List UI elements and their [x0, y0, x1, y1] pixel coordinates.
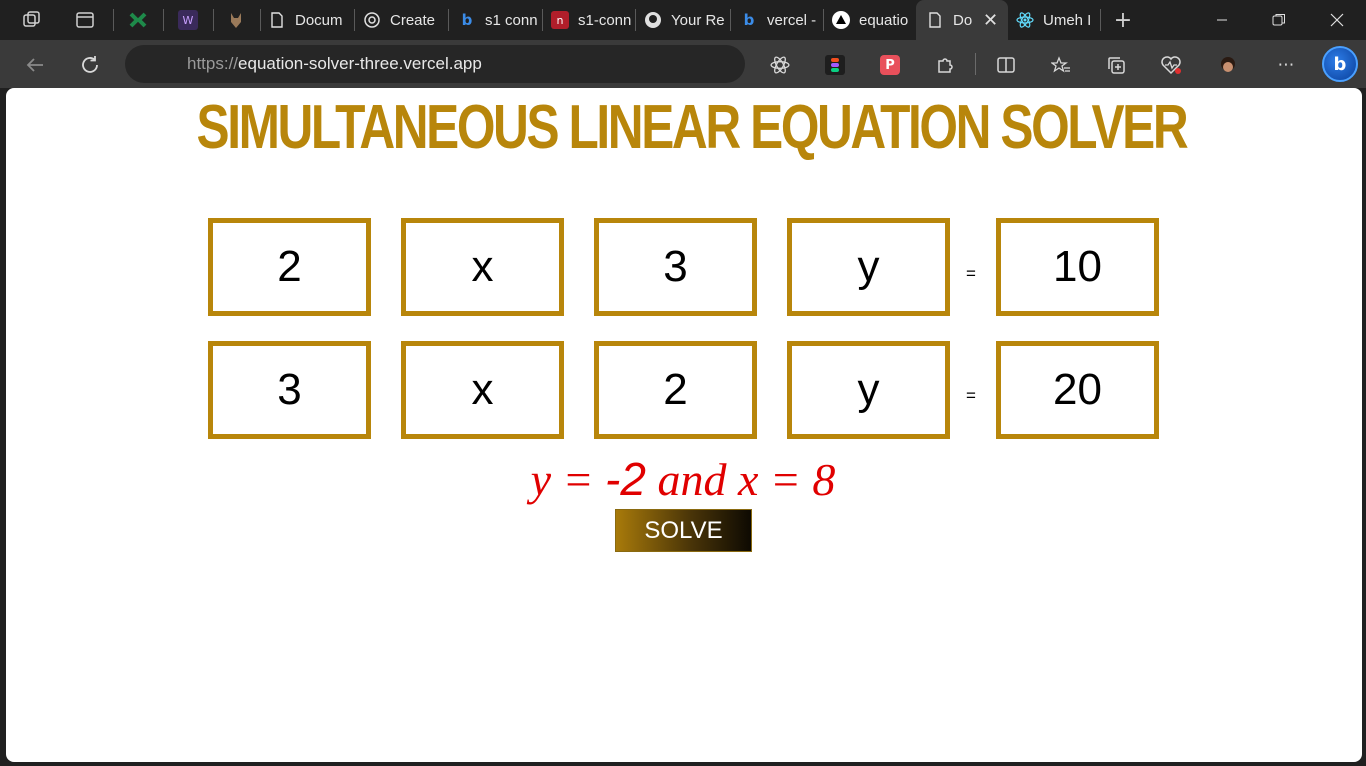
close-window-icon[interactable] — [1314, 0, 1360, 40]
eq1-var-y-field[interactable]: y — [787, 218, 950, 316]
bing-copilot-icon[interactable]: b — [1322, 46, 1358, 82]
tab-bing-s1[interactable]: b s1 conn — [458, 0, 538, 40]
tab-bing-vercel[interactable]: b vercel - — [740, 0, 818, 40]
github-icon — [644, 11, 662, 29]
tab-separator — [113, 9, 114, 31]
tab-separator — [354, 9, 355, 31]
extensions-puzzle-icon[interactable] — [932, 52, 958, 78]
eq1-constant-input[interactable]: 10 — [996, 218, 1159, 316]
result-x-value: 8 — [812, 454, 836, 505]
tab-title: s1 conn — [485, 11, 538, 29]
eq2-equals-sign: = — [966, 386, 976, 405]
favorites-list-icon[interactable] — [1048, 52, 1074, 78]
bing-icon: b — [743, 11, 755, 29]
tab-title: Umeh I — [1043, 11, 1092, 29]
red-app-icon: n — [551, 11, 569, 29]
tab-separator — [1100, 9, 1101, 31]
tab-s1-conn[interactable]: n s1-conn — [551, 0, 631, 40]
vercel-icon — [832, 11, 850, 29]
tab-separator — [823, 9, 824, 31]
tab-title: equatio — [859, 11, 909, 29]
tab-title: Your Re — [671, 11, 725, 29]
tab-active-document[interactable]: Do ✕ — [916, 0, 1008, 40]
back-icon[interactable] — [22, 52, 48, 78]
page-viewport: SIMULTANEOUS LINEAR EQUATION SOLVER 2 x … — [6, 88, 1362, 762]
tab-separator — [213, 9, 214, 31]
eq2-var-x-field[interactable]: x — [401, 341, 564, 439]
pinned-tab-mascot-icon[interactable] — [224, 8, 248, 32]
tab-separator — [542, 9, 543, 31]
minimize-icon[interactable] — [1199, 0, 1245, 40]
page-title: SIMULTANEOUS LINEAR EQUATION SOLVER — [196, 93, 1189, 162]
url-text[interactable]: https://equation-solver-three.vercel.app — [187, 54, 482, 74]
result-y-label: y = — [530, 454, 606, 505]
tab-strip: W Docum Create b s1 conn n s1-conn Your … — [0, 0, 1366, 40]
tab-title: s1-conn — [578, 11, 631, 29]
tab-separator — [260, 9, 261, 31]
tab-github[interactable]: Your Re — [644, 0, 726, 40]
tab-title: Do — [953, 11, 973, 29]
eq2-var-y-field[interactable]: y — [787, 341, 950, 439]
pinned-tab-w-icon[interactable]: W — [176, 8, 200, 32]
react-icon — [1016, 11, 1034, 29]
tab-separator — [730, 9, 731, 31]
pinterest-extension-icon[interactable]: P — [877, 52, 903, 78]
eq1-equals-sign: = — [966, 264, 976, 283]
document-icon — [268, 11, 286, 29]
bing-icon: b — [461, 11, 473, 29]
tab-equation[interactable]: equatio — [832, 0, 912, 40]
tab-document[interactable]: Docum — [268, 0, 352, 40]
chatgpt-icon — [363, 11, 381, 29]
pinned-tab-excel-icon[interactable] — [126, 8, 150, 32]
restore-icon[interactable] — [1256, 0, 1302, 40]
tab-separator — [163, 9, 164, 31]
url-protocol: https:// — [187, 54, 239, 73]
split-screen-icon[interactable] — [993, 52, 1019, 78]
eq2-constant-input[interactable]: 20 — [996, 341, 1159, 439]
tab-actions-icon[interactable] — [73, 8, 97, 32]
collections-icon[interactable] — [1103, 52, 1129, 78]
toolbar-separator — [975, 53, 976, 75]
eq2-coef-x-input[interactable]: 3 — [208, 341, 371, 439]
result-joiner: and x = — [645, 454, 813, 505]
more-options-icon[interactable]: ⋯ — [1273, 52, 1299, 78]
tab-title: Create — [390, 11, 436, 29]
new-tab-icon[interactable]: + — [1111, 8, 1135, 33]
eq1-coef-x-input[interactable]: 2 — [208, 218, 371, 316]
eq1-coef-y-input[interactable]: 3 — [594, 218, 757, 316]
tab-title: Docum — [295, 11, 343, 29]
browser-essentials-icon[interactable] — [1158, 52, 1184, 78]
eq2-coef-y-input[interactable]: 2 — [594, 341, 757, 439]
result-y-value: -2 — [605, 453, 646, 505]
profile-avatar[interactable] — [1215, 52, 1241, 78]
tab-title: vercel - — [767, 11, 817, 29]
tab-react[interactable]: Umeh I — [1016, 0, 1096, 40]
tab-separator — [635, 9, 636, 31]
url-host: equation-solver-three.vercel.app — [238, 54, 482, 73]
solution-result: y = -2 and x = 8 — [6, 452, 1360, 506]
tab-chatgpt[interactable]: Create — [363, 0, 443, 40]
workspaces-icon[interactable] — [20, 8, 44, 32]
tab-separator — [448, 9, 449, 31]
solve-button[interactable]: SOLVE — [615, 509, 752, 552]
figma-icon[interactable] — [822, 52, 848, 78]
document-icon — [926, 11, 944, 29]
close-tab-icon[interactable]: ✕ — [983, 10, 998, 31]
refresh-icon[interactable] — [77, 52, 103, 78]
eq1-var-x-field[interactable]: x — [401, 218, 564, 316]
react-devtools-icon[interactable] — [767, 52, 793, 78]
